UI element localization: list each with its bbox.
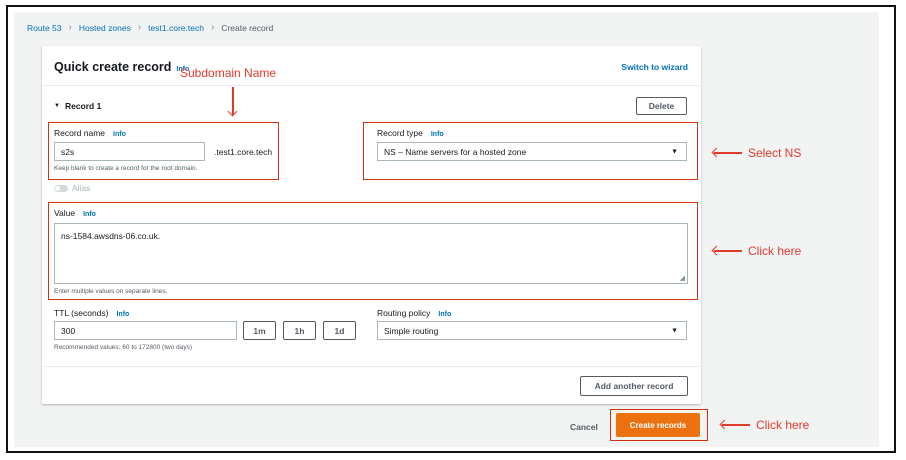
- annotation-subdomain: Subdomain Name: [180, 66, 277, 80]
- breadcrumb-hosted-zones[interactable]: Hosted zones: [79, 23, 131, 33]
- highlight-create-records: [610, 409, 708, 441]
- routing-policy-label-text: Routing policy: [377, 308, 431, 318]
- chevron-right-icon: ›: [210, 22, 215, 33]
- caret-down-icon: ▼: [54, 103, 60, 109]
- card-title-text: Quick create record: [54, 60, 172, 74]
- highlight-value: [48, 202, 698, 300]
- ttl-info-link[interactable]: Info: [116, 311, 129, 318]
- card-title: Quick create record Info: [54, 60, 189, 74]
- annotation-click-create: Click here: [722, 418, 809, 432]
- arrow-left-icon: [714, 250, 742, 252]
- arrow-left-icon: [714, 152, 742, 154]
- record-heading-text: Record 1: [64, 101, 102, 111]
- chevron-right-icon: ›: [68, 22, 72, 33]
- alias-label: Alias: [72, 183, 91, 193]
- highlight-record-name: [48, 122, 279, 180]
- ttl-label: TTL (seconds) Info: [54, 308, 129, 318]
- annotation-click-value-text: Click here: [748, 244, 802, 258]
- record-heading[interactable]: ▼ Record 1: [54, 101, 101, 111]
- cancel-button[interactable]: Cancel: [570, 422, 598, 432]
- annotation-click-create-text: Click here: [756, 418, 810, 432]
- card-divider-bottom: [42, 366, 701, 367]
- routing-policy-info-link[interactable]: Info: [438, 311, 451, 318]
- add-another-record-button[interactable]: Add another record: [580, 376, 688, 396]
- routing-policy-select[interactable]: Simple routing ▼: [377, 321, 687, 340]
- ttl-1d-button[interactable]: 1d: [323, 321, 356, 340]
- switch-to-wizard-link[interactable]: Switch to wizard: [621, 62, 688, 72]
- annotation-select-ns-text: Select NS: [748, 146, 802, 160]
- routing-policy-value: Simple routing: [384, 325, 439, 336]
- alias-toggle[interactable]: [54, 185, 68, 192]
- card-divider: [42, 85, 701, 86]
- arrow-left-icon: [722, 424, 750, 426]
- delete-button[interactable]: Delete: [636, 97, 687, 115]
- caret-down-icon: ▼: [671, 327, 678, 334]
- ttl-1m-button[interactable]: 1m: [243, 321, 276, 340]
- highlight-record-type: [363, 122, 698, 180]
- arrow-down-icon: [232, 87, 234, 115]
- routing-policy-label: Routing policy Info: [377, 308, 451, 318]
- breadcrumb-zone[interactable]: test1.core.tech: [148, 23, 204, 33]
- breadcrumb: Route 53 › Hosted zones › test1.core.tec…: [27, 22, 273, 33]
- ttl-input[interactable]: 300: [54, 321, 237, 340]
- breadcrumb-current: Create record: [221, 22, 274, 33]
- ttl-hint: Recommended values: 60 to 172800 (two da…: [54, 344, 193, 351]
- annotation-click-value: Click here: [714, 244, 801, 258]
- breadcrumb-route53[interactable]: Route 53: [27, 23, 62, 33]
- annotation-select-ns: Select NS: [714, 146, 801, 160]
- ttl-label-text: TTL (seconds): [54, 308, 109, 318]
- chevron-right-icon: ›: [137, 22, 142, 33]
- ttl-1h-button[interactable]: 1h: [283, 321, 316, 340]
